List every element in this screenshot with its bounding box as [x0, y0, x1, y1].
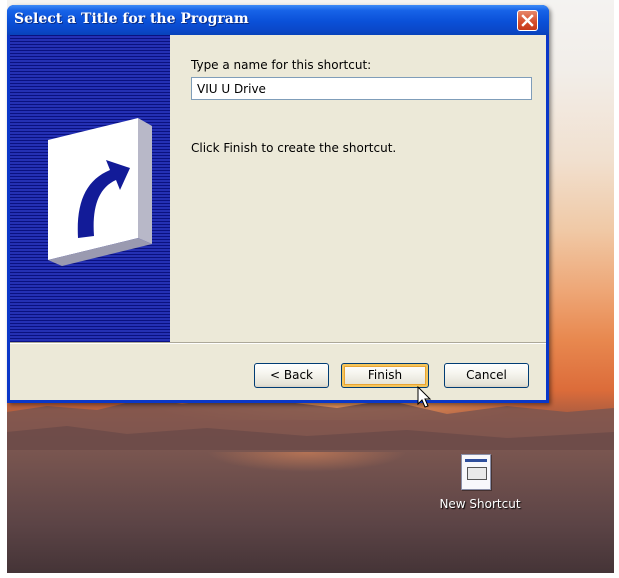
finish-button[interactable]: Finish — [341, 363, 429, 388]
dialog-client-area: Type a name for this shortcut: Click Fin… — [10, 35, 546, 400]
shortcut-name-input[interactable] — [191, 77, 532, 100]
dialog-title: Select a Title for the Program — [14, 11, 249, 27]
mouse-cursor-icon — [417, 386, 432, 408]
dialog-titlebar[interactable]: Select a Title for the Program — [7, 5, 549, 35]
desktop-shortcut-new-shortcut[interactable]: New Shortcut — [430, 452, 530, 522]
cancel-button[interactable]: Cancel — [444, 363, 529, 388]
wizard-content: Type a name for this shortcut: Click Fin… — [170, 35, 546, 342]
shortcut-file-icon — [461, 454, 491, 490]
back-button[interactable]: < Back — [254, 363, 329, 388]
select-title-dialog: Select a Title for the Program Type a na… — [7, 5, 549, 403]
shortcut-arrow-icon — [48, 118, 152, 266]
finish-hint-text: Click Finish to create the shortcut. — [191, 141, 397, 155]
shortcut-label: New Shortcut — [439, 497, 521, 511]
screen: New Shortcut Select a Title for the Prog… — [0, 0, 619, 578]
shortcut-name-label: Type a name for this shortcut: — [191, 58, 372, 72]
wallpaper-reflection — [207, 452, 407, 472]
wizard-side-panel — [10, 35, 170, 342]
close-icon — [521, 14, 534, 27]
close-button[interactable] — [517, 10, 538, 31]
button-separator — [10, 342, 546, 344]
